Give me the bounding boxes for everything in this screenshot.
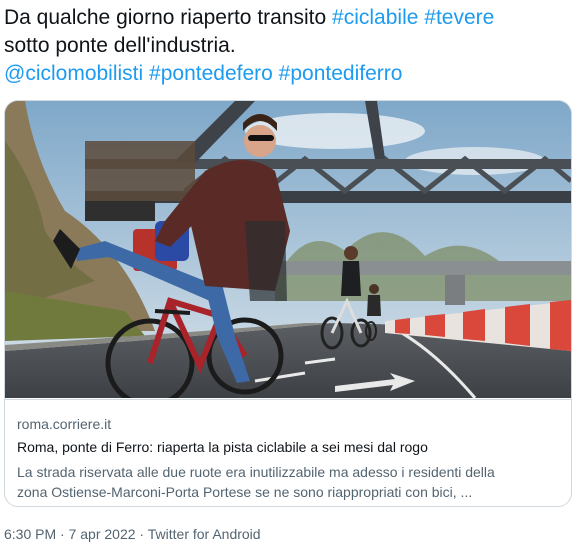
- card-photo[interactable]: [5, 101, 571, 398]
- hashtag-tevere-link[interactable]: #tevere: [424, 6, 494, 29]
- card-body[interactable]: roma.corriere.it Roma, ponte di Ferro: r…: [5, 399, 571, 506]
- link-preview-card[interactable]: roma.corriere.it Roma, ponte di Ferro: r…: [4, 100, 572, 507]
- photo-bike-path-under-bridge-icon: [5, 101, 571, 398]
- mention-ciclomobilisti-link[interactable]: @ciclomobilisti: [4, 62, 143, 85]
- card-description-line-2: zona Ostiense-Marconi-Porta Portese se n…: [17, 484, 473, 500]
- hashtag-pontedefero-link[interactable]: #pontedefero: [149, 62, 273, 85]
- tweet-source[interactable]: Twitter for Android: [148, 526, 261, 542]
- tweet-text-line-1: Da qualche giorno riaperto transito #cic…: [4, 4, 574, 32]
- hashtag-pontediferro-link[interactable]: #pontediferro: [279, 62, 403, 85]
- tweet-text-line-2: sotto ponte dell'industria.: [4, 34, 236, 57]
- meta-separator: ·: [135, 526, 148, 542]
- tweet: Da qualche giorno riaperto transito #cic…: [0, 0, 582, 550]
- meta-separator: ·: [56, 526, 69, 542]
- card-title[interactable]: Roma, ponte di Ferro: riaperta la pista …: [17, 439, 428, 455]
- card-description: La strada riservata alle due ruote era i…: [17, 462, 557, 502]
- tweet-meta: 6:30 PM · 7 apr 2022 · Twitter for Andro…: [4, 526, 261, 542]
- tweet-time[interactable]: 6:30 PM: [4, 526, 56, 542]
- tweet-text-line-3: @ciclomobilisti #pontedefero #pontedifer…: [4, 60, 574, 88]
- card-description-line-1: La strada riservata alle due ruote era i…: [17, 464, 495, 480]
- hashtag-ciclabile-link[interactable]: #ciclabile: [332, 6, 418, 29]
- tweet-date[interactable]: 7 apr 2022: [69, 526, 136, 542]
- tweet-text-segment: Da qualche giorno riaperto transito: [4, 6, 333, 29]
- card-domain: roma.corriere.it: [17, 416, 112, 432]
- tweet-text: Da qualche giorno riaperto transito #cic…: [4, 4, 574, 88]
